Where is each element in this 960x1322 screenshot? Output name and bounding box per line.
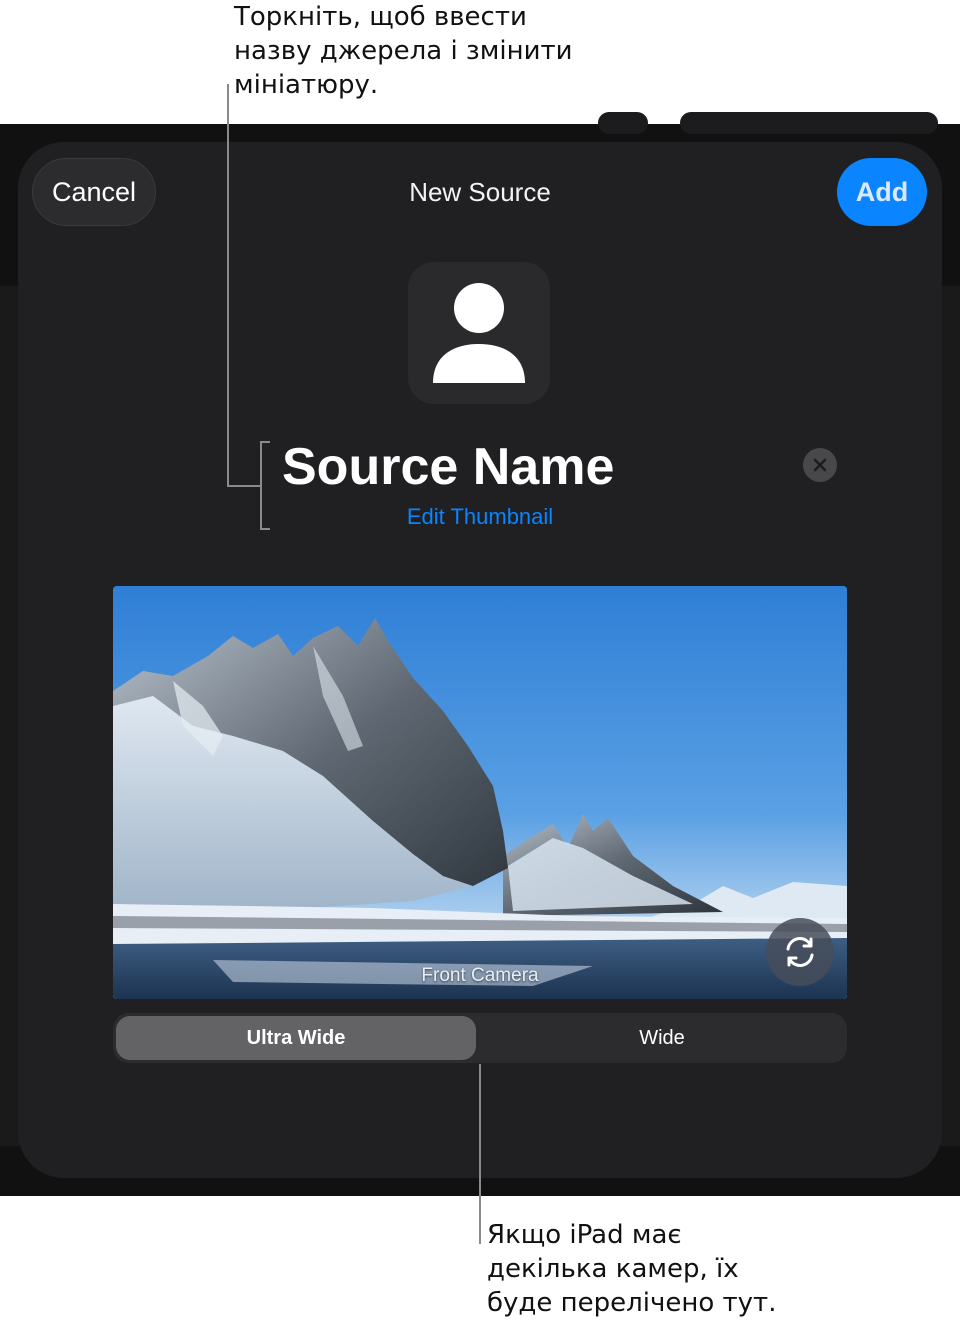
cancel-button[interactable]: Cancel (32, 158, 156, 226)
lens-picker: Ultra Wide Wide (113, 1013, 847, 1063)
callout-bracket (260, 528, 270, 530)
backdrop-control (598, 112, 648, 134)
camera-flip-icon (786, 937, 814, 967)
new-source-sheet: New Source Cancel Add Edit Thumbnail (18, 142, 942, 1178)
callout-bottom-leader (479, 1064, 481, 1244)
camera-label: Front Camera (421, 965, 539, 986)
source-name-field[interactable] (282, 434, 622, 500)
camera-preview-image (113, 586, 847, 999)
sheet-title: New Source (409, 176, 551, 207)
lens-ultra-wide[interactable]: Ultra Wide (116, 1016, 476, 1060)
edit-thumbnail-link[interactable]: Edit Thumbnail (18, 504, 942, 530)
flip-camera-button[interactable] (766, 918, 834, 986)
callout-top-line: Торкніть, щоб ввести (234, 2, 527, 32)
clear-text-button[interactable] (803, 448, 837, 482)
callout-bracket (260, 441, 270, 443)
clear-x-icon (813, 458, 827, 472)
lens-wide[interactable]: Wide (480, 1016, 844, 1060)
callout-top-line: мініатюру. (234, 70, 379, 100)
source-thumbnail[interactable] (408, 262, 550, 404)
callout-top-line: назву джерела і змінити (234, 36, 573, 66)
add-button[interactable]: Add (837, 158, 927, 226)
callout-bottom: Якщо iPad має декілька камер, їх буде пе… (487, 1218, 907, 1320)
camera-preview: Front Camera (113, 586, 847, 999)
callout-bottom-line: декілька камер, їх (487, 1254, 739, 1284)
backdrop-control (680, 112, 938, 134)
callout-bottom-line: Якщо iPad має (487, 1220, 682, 1250)
callout-bottom-line: буде перелічено тут. (487, 1288, 777, 1318)
person-icon (433, 283, 525, 383)
callout-top-leader (227, 485, 261, 487)
callout-top: Торкніть, щоб ввести назву джерела і змі… (234, 0, 614, 102)
callout-top-leader (227, 84, 229, 486)
callout-bracket (260, 441, 262, 530)
